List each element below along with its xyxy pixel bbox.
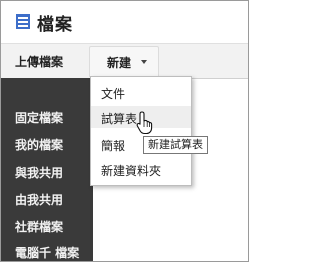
- hand-pointer-icon: [136, 111, 153, 135]
- sidebar-item-community-files[interactable]: 社群檔案: [15, 218, 63, 235]
- tooltip: 新建試算表: [143, 136, 208, 154]
- page-title: 檔案: [37, 15, 73, 35]
- sidebar-item-shared-by-me[interactable]: 由我共用: [15, 191, 63, 208]
- new-button[interactable]: 新建: [89, 46, 159, 77]
- upload-files-button[interactable]: 上傳檔案: [15, 53, 63, 70]
- sidebar-item-my-files[interactable]: 我的檔案: [15, 136, 63, 153]
- menu-item-document[interactable]: 文件: [91, 81, 191, 103]
- sidebar-item-shared-with-me[interactable]: 與我共用: [15, 164, 63, 181]
- menu-item-label: 試算表: [101, 112, 138, 126]
- menu-item-label: 文件: [101, 87, 126, 101]
- menu-item-new-folder[interactable]: 新建資料夾: [91, 158, 191, 180]
- new-button-label: 新建: [107, 56, 132, 70]
- menu-item-label: 簡報: [101, 139, 126, 153]
- app-header: 檔案: [1, 1, 248, 43]
- menu-item-label: 新建資料夾: [101, 164, 162, 178]
- sidebar: 固定檔案 我的檔案 與我共用 由我共用 社群檔案 電腦千 檔案: [1, 78, 93, 261]
- chevron-down-icon: [141, 60, 147, 64]
- sidebar-item-computer-files[interactable]: 電腦千 檔案: [15, 244, 79, 261]
- sidebar-item-pinned-files[interactable]: 固定檔案: [15, 109, 63, 126]
- drive-list-icon: [16, 14, 30, 29]
- toolbar: 上傳檔案 新建: [1, 43, 248, 79]
- app-window: 檔案 上傳檔案 新建 固定檔案 我的檔案 與我共用 由我共用 社群檔案 電腦千 …: [0, 0, 249, 262]
